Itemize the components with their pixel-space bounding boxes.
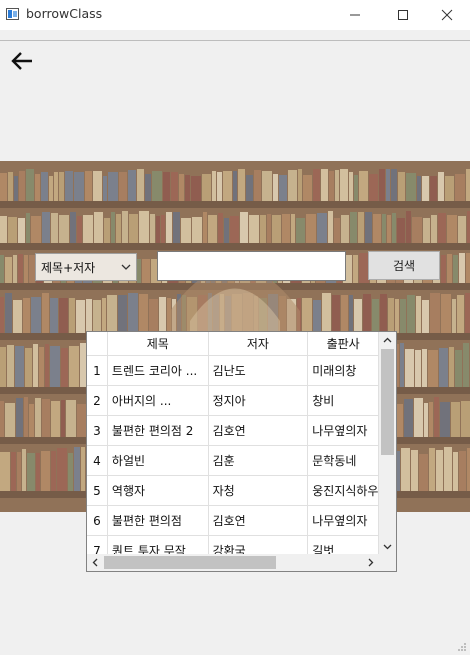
maximize-button[interactable] bbox=[380, 0, 426, 30]
scroll-up-button[interactable] bbox=[379, 332, 396, 349]
vertical-scrollbar[interactable] bbox=[379, 332, 396, 555]
divider bbox=[0, 40, 470, 41]
cell-publisher[interactable]: 미래의창 bbox=[308, 356, 379, 386]
table-row[interactable]: 6 불편한 편의점 김호연 나무옆의자 bbox=[87, 506, 379, 536]
cell-publisher[interactable]: 창비 bbox=[308, 386, 379, 416]
table-row[interactable]: 2 아버지의 ... 정지아 창비 bbox=[87, 386, 379, 416]
cell-publisher[interactable]: 나무옆의자 bbox=[308, 416, 379, 446]
cell-title[interactable]: 트렌드 코리아 ... bbox=[107, 356, 209, 386]
cell-title[interactable]: 역행자 bbox=[107, 476, 209, 506]
table-body: 1 트렌드 코리아 ... 김난도 미래의창 2 아버지의 ... 정지아 창비… bbox=[87, 356, 379, 559]
arrow-left-icon bbox=[11, 52, 32, 70]
row-number: 6 bbox=[87, 506, 108, 536]
row-number: 3 bbox=[87, 416, 108, 446]
chevron-right-icon bbox=[368, 558, 374, 567]
chevron-left-icon bbox=[92, 558, 98, 567]
chevron-up-icon bbox=[383, 337, 392, 343]
table-row[interactable]: 1 트렌드 코리아 ... 김난도 미래의창 bbox=[87, 356, 379, 386]
book-table[interactable]: 제목 저자 출판사 1 트렌드 코리아 ... 김난도 미래의창 2 아버지의 … bbox=[86, 331, 397, 572]
search-button[interactable]: 검색 bbox=[368, 251, 440, 280]
scrollbar-corner bbox=[379, 554, 396, 571]
minimize-icon bbox=[350, 14, 360, 16]
cell-title[interactable]: 아버지의 ... bbox=[107, 386, 209, 416]
cell-author[interactable]: 자청 bbox=[208, 476, 309, 506]
chevron-down-icon bbox=[383, 544, 392, 550]
table-header: 제목 저자 출판사 bbox=[87, 332, 379, 356]
cell-author[interactable]: 정지아 bbox=[208, 386, 309, 416]
cell-author[interactable]: 김훈 bbox=[208, 446, 309, 476]
table-row[interactable]: 5 역행자 자청 웅진지식하우스 bbox=[87, 476, 379, 506]
cell-publisher[interactable]: 나무옆의자 bbox=[308, 506, 379, 536]
column-header-title[interactable]: 제목 bbox=[107, 332, 209, 356]
row-number: 2 bbox=[87, 386, 108, 416]
table-row[interactable]: 3 불편한 편의점 2 김호연 나무옆의자 bbox=[87, 416, 379, 446]
scroll-left-button[interactable] bbox=[87, 554, 104, 571]
maximize-icon bbox=[398, 10, 408, 20]
cell-publisher[interactable]: 웅진지식하우스 bbox=[308, 476, 379, 506]
search-mode-select[interactable]: 제목+저자 bbox=[35, 253, 137, 281]
scroll-right-button[interactable] bbox=[362, 554, 379, 571]
cell-publisher[interactable]: 문학동네 bbox=[308, 446, 379, 476]
cell-author[interactable]: 김난도 bbox=[208, 356, 309, 386]
row-number: 5 bbox=[87, 476, 108, 506]
column-header-publisher[interactable]: 출판사 bbox=[308, 332, 379, 356]
table-row[interactable]: 4 하얼빈 김훈 문학동네 bbox=[87, 446, 379, 476]
row-number: 4 bbox=[87, 446, 108, 476]
horizontal-scroll-thumb[interactable] bbox=[104, 556, 276, 569]
column-header-author[interactable]: 저자 bbox=[208, 332, 309, 356]
cell-title[interactable]: 하얼빈 bbox=[107, 446, 209, 476]
back-button[interactable] bbox=[8, 48, 36, 74]
cell-title[interactable]: 불편한 편의점 2 bbox=[107, 416, 209, 446]
table-corner bbox=[87, 332, 108, 356]
minimize-button[interactable] bbox=[332, 0, 378, 30]
title-bar: borrowClass bbox=[0, 0, 470, 30]
window-title: borrowClass bbox=[26, 6, 103, 21]
vertical-scroll-thumb[interactable] bbox=[381, 349, 394, 455]
row-number: 1 bbox=[87, 356, 108, 386]
app-icon bbox=[6, 8, 19, 20]
close-icon bbox=[441, 9, 453, 21]
cell-author[interactable]: 김호연 bbox=[208, 506, 309, 536]
scroll-down-button[interactable] bbox=[379, 538, 396, 555]
close-button[interactable] bbox=[424, 0, 470, 30]
search-input[interactable] bbox=[157, 251, 346, 281]
cell-title[interactable]: 불편한 편의점 bbox=[107, 506, 209, 536]
horizontal-scrollbar[interactable] bbox=[87, 554, 379, 571]
search-mode-label: 제목+저자 bbox=[41, 260, 96, 275]
cell-author[interactable]: 김호연 bbox=[208, 416, 309, 446]
chevron-down-icon bbox=[121, 264, 131, 270]
resize-grip-icon[interactable] bbox=[457, 642, 467, 652]
